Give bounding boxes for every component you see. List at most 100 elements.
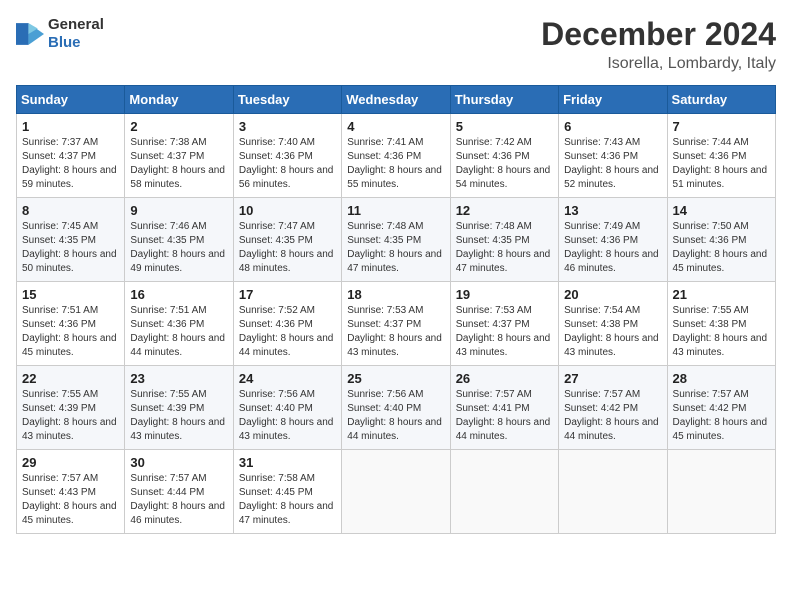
day-number: 25 (347, 371, 444, 386)
day-number: 5 (456, 119, 553, 134)
day-info: Sunrise: 7:52 AMSunset: 4:36 PMDaylight:… (239, 304, 336, 360)
day-header-thursday: Thursday (450, 86, 558, 114)
calendar-cell (667, 450, 775, 534)
calendar-cell: 22 Sunrise: 7:55 AMSunset: 4:39 PMDayligh… (17, 366, 125, 450)
day-info: Sunrise: 7:50 AMSunset: 4:36 PMDaylight:… (673, 220, 770, 276)
calendar-week-2: 8Sunrise: 7:45 AMSunset: 4:35 PMDaylight… (17, 198, 776, 282)
day-info: Sunrise: 7:48 AMSunset: 4:35 PMDaylight:… (347, 220, 444, 276)
calendar-cell: 17 Sunrise: 7:52 AMSunset: 4:36 PMDayligh… (233, 282, 341, 366)
day-info: Sunrise: 7:47 AMSunset: 4:35 PMDaylight:… (239, 220, 336, 276)
calendar-cell: 31 Sunrise: 7:58 AMSunset: 4:45 PMDayligh… (233, 450, 341, 534)
day-info: Sunrise: 7:56 AMSunset: 4:40 PMDaylight:… (347, 388, 444, 444)
day-number: 27 (564, 371, 661, 386)
calendar-cell: 16Sunrise: 7:51 AMSunset: 4:36 PMDayligh… (125, 282, 233, 366)
day-number: 2 (130, 119, 227, 134)
day-header-sunday: Sunday (17, 86, 125, 114)
day-number: 29 (22, 455, 119, 470)
calendar-cell: 26 Sunrise: 7:57 AMSunset: 4:41 PMDayligh… (450, 366, 558, 450)
day-info: Sunrise: 7:55 AMSunset: 4:39 PMDaylight:… (130, 388, 227, 444)
day-info: Sunrise: 7:57 AMSunset: 4:44 PMDaylight:… (130, 472, 227, 528)
day-number: 9 (130, 203, 227, 218)
day-header-wednesday: Wednesday (342, 86, 450, 114)
day-info: Sunrise: 7:57 AMSunset: 4:41 PMDaylight:… (456, 388, 553, 444)
day-info: Sunrise: 7:56 AMSunset: 4:40 PMDaylight:… (239, 388, 336, 444)
day-info: Sunrise: 7:43 AMSunset: 4:36 PMDaylight:… (564, 136, 661, 192)
calendar-cell: 7 Sunrise: 7:44 AMSunset: 4:36 PMDaylight… (667, 114, 775, 198)
day-info: Sunrise: 7:40 AMSunset: 4:36 PMDaylight:… (239, 136, 336, 192)
day-number: 7 (673, 119, 770, 134)
day-number: 18 (347, 287, 444, 302)
day-info: Sunrise: 7:44 AMSunset: 4:36 PMDaylight:… (673, 136, 770, 192)
calendar-week-1: 1 Sunrise: 7:37 AMSunset: 4:37 PMDaylight… (17, 114, 776, 198)
calendar-cell: 25 Sunrise: 7:56 AMSunset: 4:40 PMDayligh… (342, 366, 450, 450)
day-info: Sunrise: 7:55 AMSunset: 4:38 PMDaylight:… (673, 304, 770, 360)
logo-text: General Blue (48, 16, 104, 52)
day-info: Sunrise: 7:37 AMSunset: 4:37 PMDaylight:… (22, 136, 119, 192)
day-info: Sunrise: 7:38 AMSunset: 4:37 PMDaylight:… (130, 136, 227, 192)
logo-icon (16, 23, 44, 45)
day-number: 31 (239, 455, 336, 470)
calendar-cell: 19 Sunrise: 7:53 AMSunset: 4:37 PMDayligh… (450, 282, 558, 366)
day-info: Sunrise: 7:46 AMSunset: 4:35 PMDaylight:… (130, 220, 227, 276)
day-number: 20 (564, 287, 661, 302)
day-number: 22 (22, 371, 119, 386)
day-info: Sunrise: 7:53 AMSunset: 4:37 PMDaylight:… (456, 304, 553, 360)
day-number: 23 (130, 371, 227, 386)
calendar-cell: 8Sunrise: 7:45 AMSunset: 4:35 PMDaylight… (17, 198, 125, 282)
calendar-cell: 13 Sunrise: 7:49 AMSunset: 4:36 PMDayligh… (559, 198, 667, 282)
day-number: 28 (673, 371, 770, 386)
calendar-cell: 15Sunrise: 7:51 AMSunset: 4:36 PMDayligh… (17, 282, 125, 366)
calendar-cell: 14Sunrise: 7:50 AMSunset: 4:36 PMDayligh… (667, 198, 775, 282)
calendar-cell: 1 Sunrise: 7:37 AMSunset: 4:37 PMDaylight… (17, 114, 125, 198)
day-header-monday: Monday (125, 86, 233, 114)
day-number: 15 (22, 287, 119, 302)
calendar-table: SundayMondayTuesdayWednesdayThursdayFrid… (16, 85, 776, 534)
calendar-cell: 30 Sunrise: 7:57 AMSunset: 4:44 PMDayligh… (125, 450, 233, 534)
day-header-friday: Friday (559, 86, 667, 114)
calendar-cell: 11 Sunrise: 7:48 AMSunset: 4:35 PMDayligh… (342, 198, 450, 282)
day-number: 24 (239, 371, 336, 386)
calendar-cell: 23 Sunrise: 7:55 AMSunset: 4:39 PMDayligh… (125, 366, 233, 450)
calendar-week-3: 15Sunrise: 7:51 AMSunset: 4:36 PMDayligh… (17, 282, 776, 366)
calendar-cell: 18 Sunrise: 7:53 AMSunset: 4:37 PMDayligh… (342, 282, 450, 366)
day-number: 10 (239, 203, 336, 218)
calendar-cell: 2 Sunrise: 7:38 AMSunset: 4:37 PMDaylight… (125, 114, 233, 198)
calendar-week-4: 22 Sunrise: 7:55 AMSunset: 4:39 PMDayligh… (17, 366, 776, 450)
calendar-cell: 4 Sunrise: 7:41 AMSunset: 4:36 PMDaylight… (342, 114, 450, 198)
day-number: 17 (239, 287, 336, 302)
day-info: Sunrise: 7:53 AMSunset: 4:37 PMDaylight:… (347, 304, 444, 360)
day-info: Sunrise: 7:58 AMSunset: 4:45 PMDaylight:… (239, 472, 336, 528)
day-number: 13 (564, 203, 661, 218)
calendar-cell: 28Sunrise: 7:57 AMSunset: 4:42 PMDayligh… (667, 366, 775, 450)
calendar-cell: 24 Sunrise: 7:56 AMSunset: 4:40 PMDayligh… (233, 366, 341, 450)
day-number: 11 (347, 203, 444, 218)
day-header-saturday: Saturday (667, 86, 775, 114)
day-number: 3 (239, 119, 336, 134)
day-info: Sunrise: 7:45 AMSunset: 4:35 PMDaylight:… (22, 220, 119, 276)
day-info: Sunrise: 7:55 AMSunset: 4:39 PMDaylight:… (22, 388, 119, 444)
day-header-tuesday: Tuesday (233, 86, 341, 114)
day-number: 30 (130, 455, 227, 470)
day-number: 19 (456, 287, 553, 302)
page-header: General Blue December 2024 Isorella, Lom… (16, 16, 776, 73)
day-info: Sunrise: 7:41 AMSunset: 4:36 PMDaylight:… (347, 136, 444, 192)
calendar-header-row: SundayMondayTuesdayWednesdayThursdayFrid… (17, 86, 776, 114)
month-title: December 2024 (541, 16, 776, 53)
day-info: Sunrise: 7:57 AMSunset: 4:42 PMDaylight:… (564, 388, 661, 444)
day-info: Sunrise: 7:54 AMSunset: 4:38 PMDaylight:… (564, 304, 661, 360)
calendar-cell (342, 450, 450, 534)
day-number: 4 (347, 119, 444, 134)
day-number: 26 (456, 371, 553, 386)
calendar-cell: 12Sunrise: 7:48 AMSunset: 4:35 PMDayligh… (450, 198, 558, 282)
logo: General Blue (16, 16, 104, 52)
calendar-cell (450, 450, 558, 534)
calendar-cell: 20 Sunrise: 7:54 AMSunset: 4:38 PMDayligh… (559, 282, 667, 366)
calendar-cell: 10 Sunrise: 7:47 AMSunset: 4:35 PMDayligh… (233, 198, 341, 282)
day-number: 6 (564, 119, 661, 134)
location-title: Isorella, Lombardy, Italy (541, 55, 776, 73)
day-number: 1 (22, 119, 119, 134)
day-info: Sunrise: 7:49 AMSunset: 4:36 PMDaylight:… (564, 220, 661, 276)
calendar-cell (559, 450, 667, 534)
calendar-cell: 3 Sunrise: 7:40 AMSunset: 4:36 PMDaylight… (233, 114, 341, 198)
title-section: December 2024 Isorella, Lombardy, Italy (541, 16, 776, 73)
